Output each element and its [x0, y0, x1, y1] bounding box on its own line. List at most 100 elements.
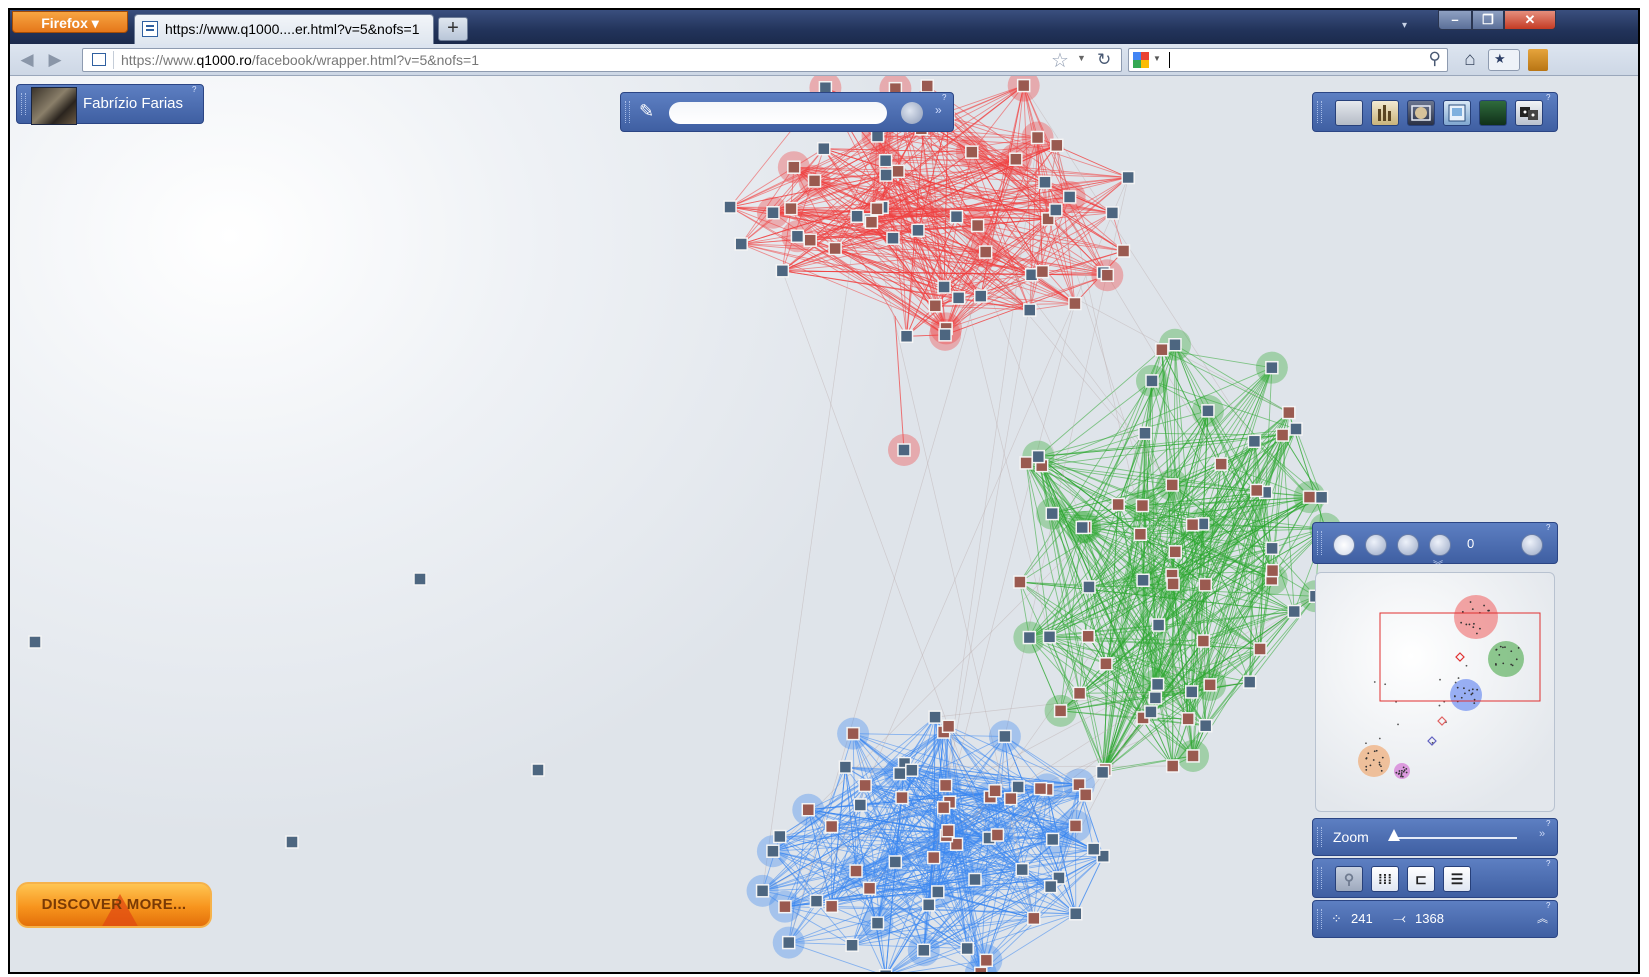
panel-grip[interactable]	[1317, 101, 1322, 123]
graph-node[interactable]	[1181, 712, 1195, 726]
graph-node[interactable]	[1038, 175, 1052, 189]
minimize-button[interactable]: –	[1438, 10, 1472, 30]
graph-node[interactable]	[1035, 264, 1050, 279]
graph-node[interactable]	[1185, 517, 1200, 532]
graph-node[interactable]	[1168, 545, 1183, 559]
graph-node[interactable]	[1150, 677, 1165, 692]
graph-node[interactable]	[1287, 604, 1301, 619]
graph-node[interactable]	[878, 969, 893, 974]
graph-node[interactable]	[1265, 360, 1279, 375]
graph-node[interactable]	[1198, 718, 1213, 733]
graph-node[interactable]	[960, 941, 974, 956]
graph-node[interactable]	[979, 953, 994, 968]
graph-node[interactable]	[723, 200, 737, 214]
graph-node[interactable]	[864, 215, 879, 229]
graph-node[interactable]	[838, 760, 853, 774]
url-dropdown-icon[interactable]: ▼	[1077, 53, 1086, 63]
graph-node[interactable]	[891, 164, 905, 179]
graph-node[interactable]	[781, 935, 796, 950]
graph-node[interactable]	[1151, 618, 1166, 632]
zoom-out-icon[interactable]	[1365, 534, 1387, 556]
graph-node[interactable]	[937, 280, 951, 294]
graph-node[interactable]	[849, 864, 863, 878]
web-search-bar[interactable]: ▼ ⚲	[1128, 48, 1448, 72]
graph-node[interactable]	[1116, 244, 1131, 258]
back-arrow-icon[interactable]: ◀	[16, 50, 38, 70]
graph-node[interactable]	[917, 943, 931, 958]
site-identity-icon[interactable]	[87, 51, 114, 69]
url-text[interactable]: https://www.q1000.ro/facebook/wrapper.ht…	[121, 49, 479, 71]
graph-node[interactable]	[1082, 580, 1096, 594]
graph-node[interactable]	[845, 938, 859, 952]
graph-node[interactable]	[1075, 520, 1089, 535]
graph-node[interactable]	[893, 766, 907, 781]
tree-layout-icon[interactable]: ⊏	[1407, 866, 1435, 892]
graph-node[interactable]	[1165, 759, 1180, 773]
help-icon[interactable]: ?	[192, 86, 200, 94]
graph-node[interactable]	[285, 835, 299, 849]
graph-node[interactable]	[1247, 434, 1262, 449]
graph-node[interactable]	[784, 201, 798, 216]
graph-node[interactable]	[1201, 404, 1215, 418]
engine-dropdown-icon[interactable]: ▼	[1153, 54, 1161, 63]
graph-node[interactable]	[973, 289, 988, 303]
graph-node[interactable]	[755, 884, 770, 898]
graph-node[interactable]	[1166, 577, 1180, 591]
graph-node[interactable]	[413, 572, 427, 586]
green-tool-icon[interactable]	[1479, 100, 1507, 126]
graph-node[interactable]	[1053, 704, 1068, 718]
new-tab-button[interactable]: +	[438, 17, 468, 41]
graph-node[interactable]	[974, 966, 988, 974]
graph-node[interactable]	[879, 168, 893, 182]
graph-node[interactable]	[968, 872, 982, 887]
graph-node[interactable]	[1081, 629, 1095, 644]
graph-node[interactable]	[1196, 634, 1211, 648]
bookmark-star-icon[interactable]: ☆	[1051, 48, 1069, 73]
graph-node[interactable]	[1045, 832, 1060, 847]
home-icon[interactable]: ⌂	[1456, 49, 1484, 71]
graph-node[interactable]	[862, 881, 877, 896]
graph-node[interactable]	[941, 823, 955, 838]
graph-node[interactable]	[1099, 657, 1113, 671]
graph-node[interactable]	[1275, 428, 1290, 442]
graph-node[interactable]	[1095, 765, 1110, 780]
graph-node[interactable]	[850, 209, 864, 223]
graph-node[interactable]	[1045, 506, 1059, 521]
collapse-chevron-icon[interactable]: »	[1539, 828, 1545, 840]
graph-node[interactable]	[895, 790, 909, 805]
graph-node[interactable]	[978, 245, 993, 259]
graph-node[interactable]	[1086, 842, 1101, 856]
graph-node[interactable]	[807, 174, 822, 188]
graph-node[interactable]	[1136, 573, 1150, 588]
graph-node[interactable]	[1100, 268, 1115, 283]
graph-node[interactable]	[1203, 678, 1217, 692]
graph-node[interactable]	[1072, 686, 1087, 701]
chart-tool-icon[interactable]	[1371, 100, 1399, 126]
graph-node[interactable]	[1050, 138, 1064, 153]
graph-node[interactable]	[1155, 342, 1169, 357]
clear-selection-icon[interactable]	[1521, 534, 1543, 556]
graph-node[interactable]	[949, 209, 964, 224]
frame-tool-icon[interactable]	[1443, 100, 1471, 126]
bookmarks-menu-button[interactable]	[1488, 49, 1520, 71]
graph-node[interactable]	[846, 726, 860, 741]
graph-node[interactable]	[870, 202, 884, 216]
graph-node[interactable]	[928, 710, 942, 724]
graph-canvas[interactable]: Fabrízio Farias ? ✎ » ? ? 0 ? ︾ Zoom » ?…	[10, 76, 1638, 974]
graph-node[interactable]	[1144, 705, 1158, 719]
graph-node[interactable]	[920, 79, 934, 93]
graph-node[interactable]	[1068, 819, 1083, 833]
graph-node[interactable]	[1265, 541, 1279, 556]
reload-icon[interactable]: ↻	[1097, 50, 1111, 70]
select-all-icon[interactable]	[1333, 534, 1355, 556]
url-bar[interactable]: https://www.q1000.ro/facebook/wrapper.ht…	[82, 48, 1122, 72]
blank-tool-icon[interactable]	[1335, 100, 1363, 126]
graph-node[interactable]	[1165, 478, 1179, 492]
graph-node[interactable]	[1078, 788, 1093, 802]
graph-node[interactable]	[1265, 563, 1280, 578]
graph-node[interactable]	[1145, 374, 1159, 388]
graph-node[interactable]	[921, 898, 936, 912]
pen-icon[interactable]: ✎	[639, 101, 654, 122]
graph-node[interactable]	[1302, 490, 1317, 504]
graph-node[interactable]	[998, 729, 1012, 744]
